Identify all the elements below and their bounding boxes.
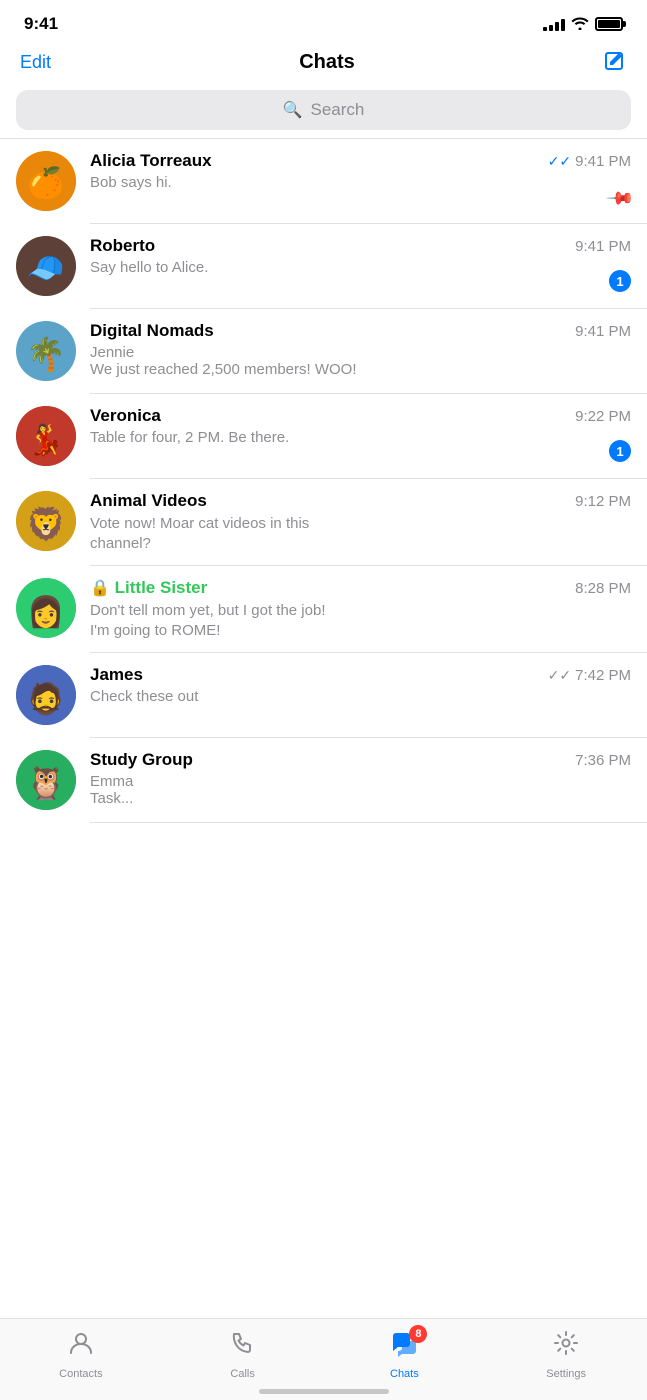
compose-button[interactable] — [603, 50, 627, 74]
settings-icon — [552, 1329, 580, 1364]
chat-time: ✓✓ 9:41 PM — [548, 153, 631, 170]
chat-time: ✓✓ 7:42 PM — [548, 667, 631, 684]
tab-bar: Contacts Calls 8 Chats — [0, 1318, 647, 1400]
read-receipt-icon: ✓✓ — [548, 667, 571, 684]
tab-calls-label: Calls — [230, 1368, 254, 1380]
chat-sender: Jennie — [90, 344, 631, 361]
chat-name: Digital Nomads — [90, 321, 214, 341]
chat-time: 9:12 PM — [575, 493, 631, 510]
read-receipt-icon: ✓✓ — [548, 153, 571, 170]
avatar: 💃 — [16, 406, 76, 466]
unread-badge: 1 — [609, 270, 631, 292]
avatar: 🍊 — [16, 151, 76, 211]
chats-icon-wrapper: 8 — [389, 1329, 419, 1364]
chat-content: Alicia Torreaux ✓✓ 9:41 PM Bob says hi. — [90, 151, 631, 191]
calls-icon — [229, 1329, 257, 1364]
tab-contacts[interactable]: Contacts — [0, 1329, 162, 1380]
chat-preview: Check these out — [90, 688, 631, 705]
chat-content: Animal Videos 9:12 PM Vote now! Moar cat… — [90, 491, 631, 553]
svg-text:👩: 👩 — [27, 594, 64, 629]
tab-chats-label: Chats — [390, 1368, 419, 1380]
avatar: 🦉 — [16, 750, 76, 810]
list-item[interactable]: 🧢 Roberto 9:41 PM Say hello to Alice. 1 — [0, 224, 647, 308]
unread-badge: 1 — [609, 440, 631, 462]
status-time: 9:41 — [24, 14, 58, 34]
signal-icon — [543, 17, 565, 31]
chats-badge: 8 — [409, 1325, 427, 1343]
battery-icon — [595, 17, 623, 31]
list-item[interactable]: 🦁 Animal Videos 9:12 PM Vote now! Moar c… — [0, 479, 647, 565]
edit-button[interactable]: Edit — [20, 52, 51, 73]
tab-calls[interactable]: Calls — [162, 1329, 324, 1380]
avatar: 🧔 — [16, 665, 76, 725]
chat-preview: We just reached 2,500 members! WOO! — [90, 361, 631, 378]
list-item[interactable]: 🦉 Study Group 7:36 PM Emma Task... — [0, 738, 647, 822]
tab-chats[interactable]: 8 Chats — [324, 1329, 486, 1380]
chat-preview: Say hello to Alice. — [90, 259, 631, 276]
status-icons — [543, 16, 623, 33]
chat-content: 🔒 Little Sister 8:28 PM Don't tell mom y… — [90, 578, 631, 640]
avatar: 👩 — [16, 578, 76, 638]
page-title: Chats — [299, 51, 355, 74]
chat-content: Veronica 9:22 PM Table for four, 2 PM. B… — [90, 406, 631, 446]
avatar: 🧢 — [16, 236, 76, 296]
chat-content: Roberto 9:41 PM Say hello to Alice. — [90, 236, 631, 276]
list-item[interactable]: 💃 Veronica 9:22 PM Table for four, 2 PM.… — [0, 394, 647, 478]
chat-preview: Table for four, 2 PM. Be there. — [90, 429, 631, 446]
chat-content: Study Group 7:36 PM Emma Task... — [90, 750, 631, 807]
svg-text:🦁: 🦁 — [26, 506, 66, 542]
chat-sender: Emma — [90, 773, 631, 790]
search-placeholder: Search — [311, 100, 365, 120]
tab-settings[interactable]: Settings — [485, 1329, 647, 1380]
chat-preview: Bob says hi. — [90, 174, 631, 191]
svg-text:🍊: 🍊 — [27, 165, 66, 200]
lock-icon: 🔒 — [90, 580, 110, 597]
divider — [90, 822, 647, 823]
chat-time: 9:41 PM — [575, 323, 631, 340]
chat-content: Digital Nomads 9:41 PM Jennie We just re… — [90, 321, 631, 378]
chat-preview: Vote now! Moar cat videos in thischannel… — [90, 514, 631, 553]
chat-name: Roberto — [90, 236, 155, 256]
svg-text:🦉: 🦉 — [26, 765, 66, 801]
search-icon: 🔍 — [283, 100, 303, 120]
chat-name: Animal Videos — [90, 491, 207, 511]
chat-name: Veronica — [90, 406, 161, 426]
chat-name: 🔒 Little Sister — [90, 578, 207, 598]
list-item[interactable]: 🍊 Alicia Torreaux ✓✓ 9:41 PM Bob says hi… — [0, 139, 647, 223]
chat-time: 9:22 PM — [575, 408, 631, 425]
chat-list: 🍊 Alicia Torreaux ✓✓ 9:41 PM Bob says hi… — [0, 139, 647, 823]
chat-name: Alicia Torreaux — [90, 151, 212, 171]
chat-preview: Task... — [90, 790, 631, 807]
list-item[interactable]: 👩 🔒 Little Sister 8:28 PM Don't tell mom… — [0, 566, 647, 652]
list-item[interactable]: 🌴 Digital Nomads 9:41 PM Jennie We just … — [0, 309, 647, 393]
chat-name: Study Group — [90, 750, 193, 770]
search-bar[interactable]: 🔍 Search — [16, 90, 631, 130]
compose-icon — [603, 50, 627, 74]
avatar: 🌴 — [16, 321, 76, 381]
chat-content: James ✓✓ 7:42 PM Check these out — [90, 665, 631, 705]
contacts-icon — [67, 1329, 95, 1364]
svg-text:🧢: 🧢 — [27, 252, 64, 285]
svg-text:🧔: 🧔 — [27, 680, 64, 716]
header: Edit Chats — [0, 42, 647, 86]
list-item[interactable]: 🧔 James ✓✓ 7:42 PM Check these out — [0, 653, 647, 737]
tab-contacts-label: Contacts — [59, 1368, 102, 1380]
wifi-icon — [571, 16, 589, 33]
chat-time: 9:41 PM — [575, 238, 631, 255]
home-indicator — [259, 1389, 389, 1394]
tab-settings-label: Settings — [546, 1368, 586, 1380]
svg-text:🌴: 🌴 — [26, 336, 66, 372]
chat-name: James — [90, 665, 143, 685]
chat-time: 8:28 PM — [575, 580, 631, 597]
status-bar: 9:41 — [0, 0, 647, 42]
chat-time: 7:36 PM — [575, 752, 631, 769]
avatar: 🦁 — [16, 491, 76, 551]
svg-text:💃: 💃 — [27, 422, 64, 458]
chat-preview: Don't tell mom yet, but I got the job!I'… — [90, 601, 631, 640]
